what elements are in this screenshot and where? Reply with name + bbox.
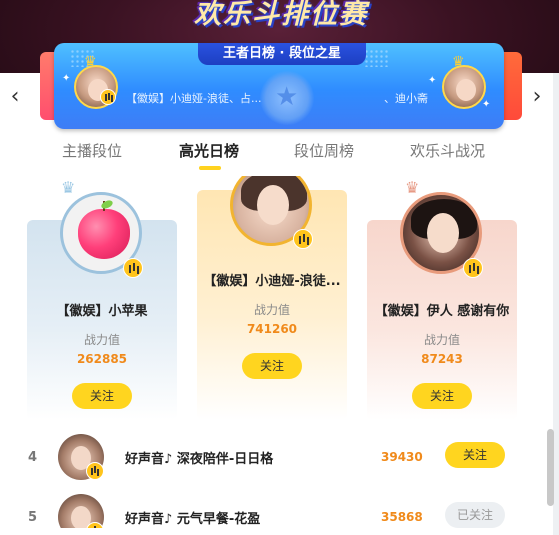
power-label: 战力值 (423, 333, 460, 347)
podium-name: 【徽娱】伊人 感谢有你 (374, 304, 510, 319)
list-item[interactable]: 5 好声音♪ 元气早餐-花盈 35868 已关注 (8, 492, 528, 528)
chevron-left-icon[interactable]: ‹ (4, 82, 26, 112)
apple-icon (78, 209, 130, 259)
power-value: 741260 (246, 322, 298, 336)
mic-icon (86, 462, 104, 480)
podium-name: 【徽娱】小苹果 (56, 304, 148, 319)
medal-icon: ★ (260, 71, 314, 125)
active-tab-indicator (199, 166, 221, 170)
streamer-name: 好声音♪ 深夜陪伴-日日格 (125, 452, 274, 467)
promo-banner[interactable]: ✦ ✦ ✦ 王者日榜 · 段位之星 ★ ♛ 【徽娱】小迪娅-浪徒、占... 、迪… (54, 43, 504, 129)
power-value: 262885 (76, 352, 128, 366)
follow-button[interactable]: 关注 (412, 383, 472, 409)
tab-daily-highlight[interactable]: 高光日榜 (179, 140, 239, 164)
podium-name: 【徽娱】小迪娅-浪徒... (203, 274, 341, 289)
tab-battle-status[interactable]: 欢乐斗战况 (410, 140, 485, 164)
sparkle-icon: ✦ (482, 99, 491, 110)
rank-number: 5 (28, 510, 38, 525)
power-label: 战力值 (253, 303, 290, 317)
power-value: 87243 (421, 352, 463, 366)
power-value: 35868 (381, 510, 423, 524)
sparkle-icon: ✦ (62, 73, 71, 84)
follow-button[interactable]: 关注 (445, 442, 505, 468)
game-title: 欢乐斗排位赛 (194, 0, 368, 30)
scrollbar-thumb[interactable] (547, 429, 554, 506)
promo-streamer-left: 【徽娱】小迪娅-浪徒、占... (126, 92, 262, 105)
follow-button[interactable]: 关注 (242, 353, 302, 379)
streamer-name: 好声音♪ 元气早餐-花盈 (125, 512, 261, 527)
promo-badge: 王者日榜 · 段位之星 (198, 43, 366, 65)
crown-icon: ♛ (405, 178, 420, 197)
dots-decoration (364, 49, 390, 67)
power-label: 战力值 (83, 333, 120, 347)
mic-icon (123, 258, 143, 278)
power-value: 39430 (381, 450, 423, 464)
follow-button[interactable]: 关注 (72, 383, 132, 409)
mic-icon (293, 229, 313, 249)
promo-streamer-right: 、迪小斋 (384, 92, 428, 105)
crown-icon: ♛ (61, 178, 76, 197)
tab-weekly-rank[interactable]: 段位周榜 (294, 140, 354, 164)
followed-button[interactable]: 已关注 (445, 502, 505, 528)
mic-icon (100, 89, 116, 105)
avatar[interactable] (442, 65, 486, 109)
sparkle-icon: ✦ (428, 75, 437, 86)
mic-icon (463, 258, 483, 278)
list-item[interactable]: 4 好声音♪ 深夜陪伴-日日格 39430 关注 (8, 432, 528, 488)
tab-bar: 主播段位 高光日榜 段位周榜 欢乐斗战况 (0, 140, 559, 170)
leaderboard: ♛ ♛ 【徽娱】小苹果 战力值 262885 关注 【徽娱】小迪娅-浪徒... … (8, 176, 545, 528)
tab-anchor-rank[interactable]: 主播段位 (62, 140, 122, 164)
rank-number: 4 (28, 450, 38, 465)
chevron-right-icon[interactable]: › (526, 82, 548, 112)
